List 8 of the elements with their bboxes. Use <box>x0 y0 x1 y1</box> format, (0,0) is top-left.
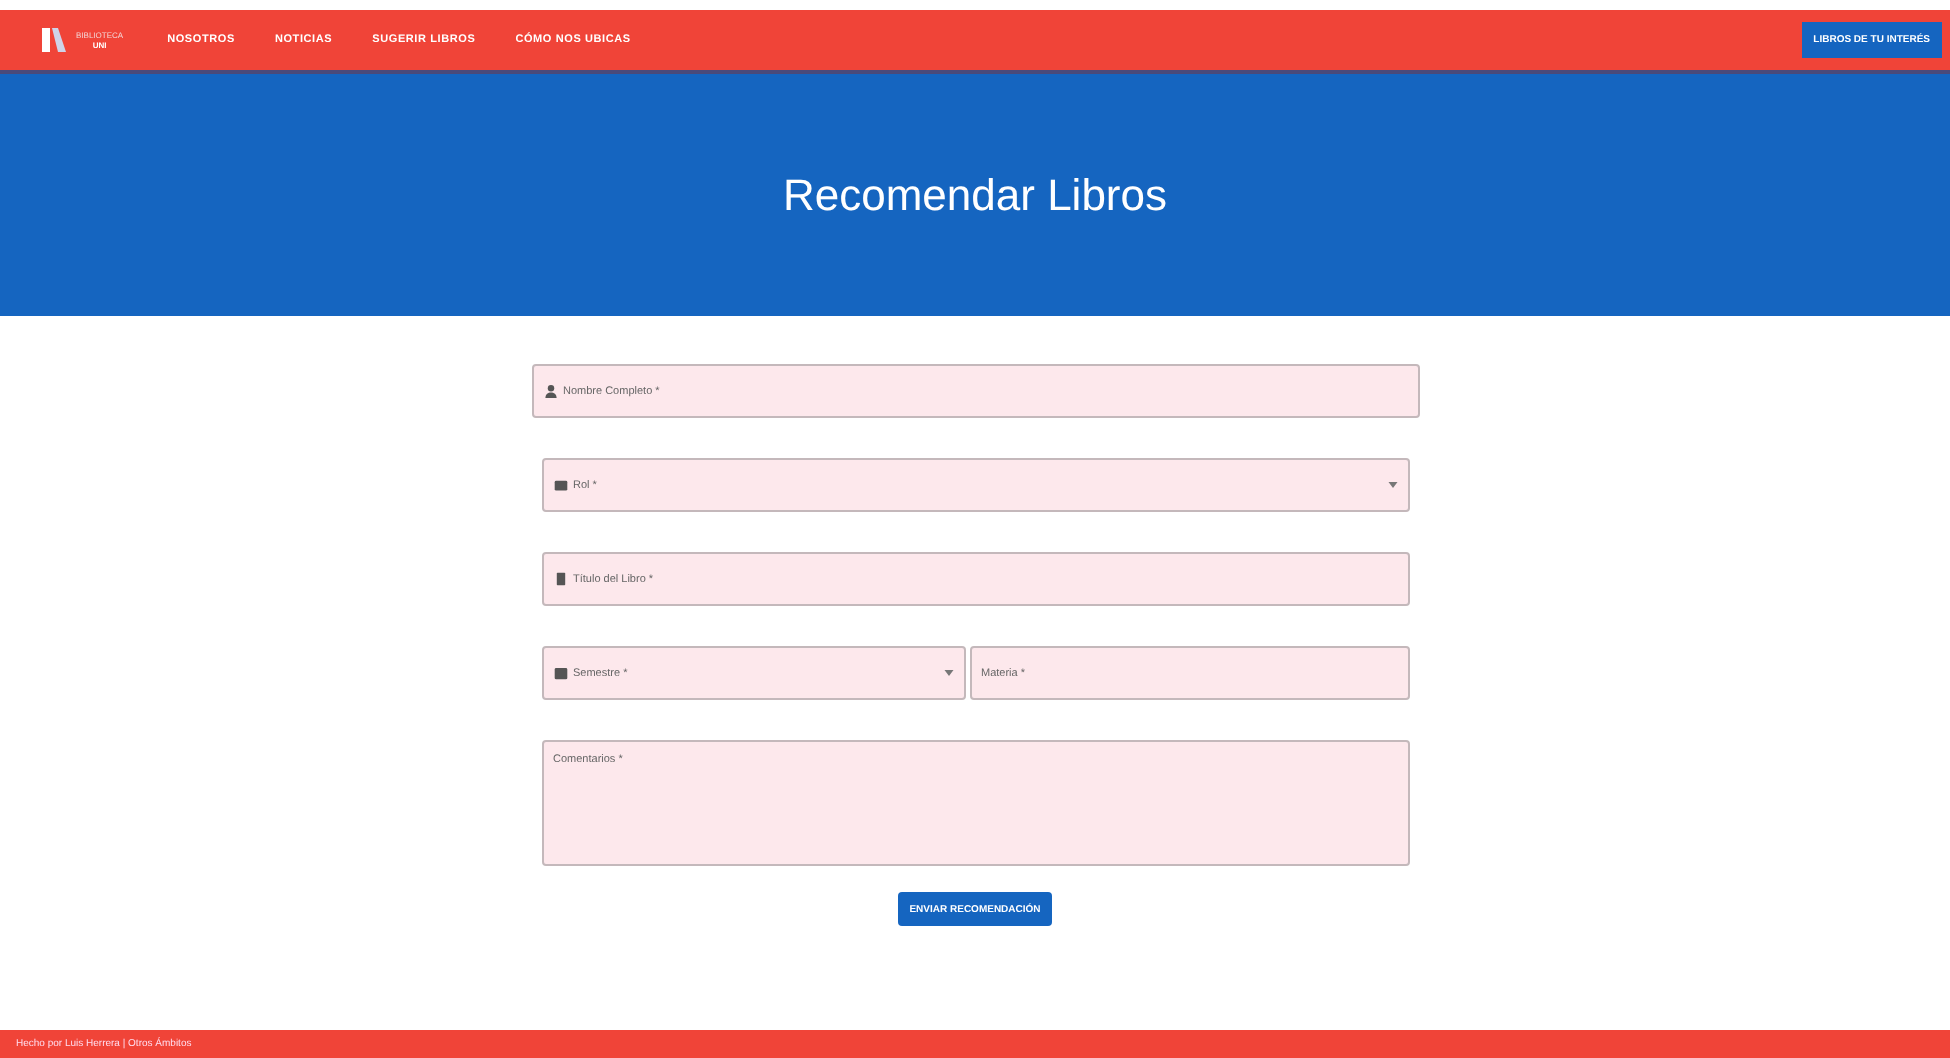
book-icon <box>553 572 567 586</box>
book-logo-icon <box>40 26 68 54</box>
id-card-icon <box>553 478 567 492</box>
page-title: Recomendar Libros <box>783 169 1167 221</box>
person-icon <box>543 384 557 398</box>
caret-icon <box>1387 482 1397 488</box>
calendar-icon <box>553 666 567 680</box>
caret-icon <box>943 670 953 676</box>
